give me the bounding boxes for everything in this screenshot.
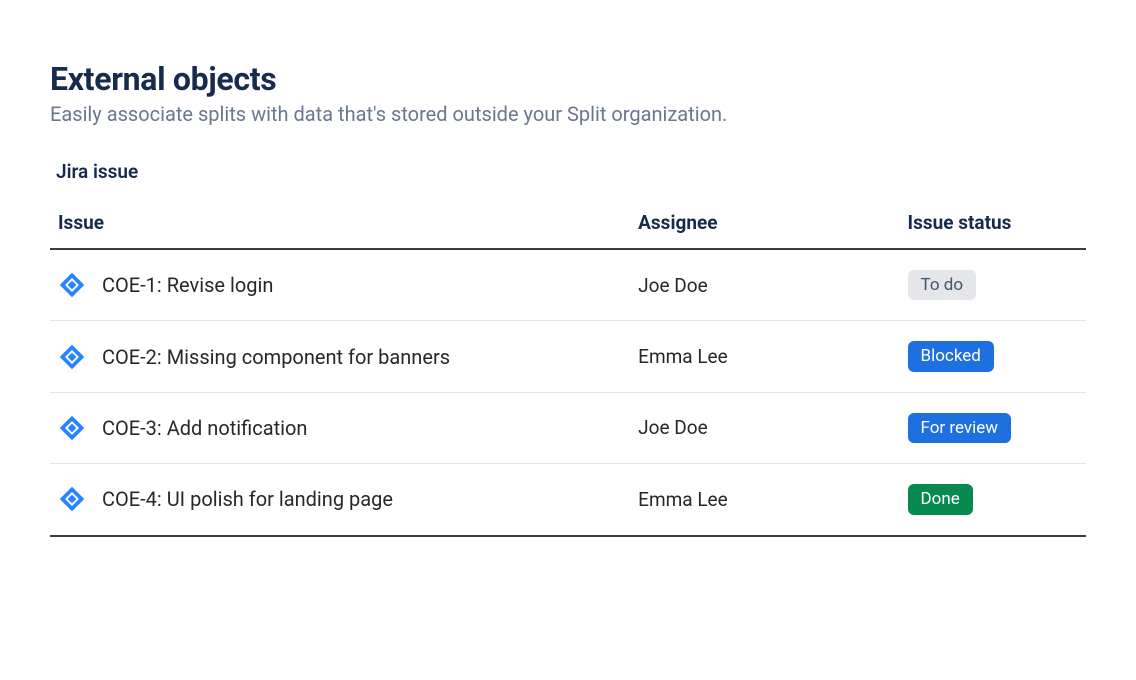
assignee: Emma Lee bbox=[638, 345, 728, 368]
issues-table: Issue Assignee Issue status COE-1: Revis… bbox=[50, 199, 1086, 537]
table-row[interactable]: COE-2: Missing component for banners Emm… bbox=[50, 321, 1086, 392]
status-badge: Blocked bbox=[908, 341, 994, 371]
status-badge: To do bbox=[908, 270, 977, 300]
table-row[interactable]: COE-4: UI polish for landing page Emma L… bbox=[50, 464, 1086, 536]
table-row[interactable]: COE-1: Revise login Joe Doe To do bbox=[50, 249, 1086, 321]
column-header-assignee[interactable]: Assignee bbox=[630, 199, 899, 249]
issue-cell: COE-1: Revise login bbox=[58, 271, 622, 299]
column-header-status[interactable]: Issue status bbox=[900, 199, 1086, 249]
section-label: Jira issue bbox=[56, 160, 1086, 183]
issue-cell: COE-3: Add notification bbox=[58, 414, 622, 442]
jira-icon bbox=[58, 343, 86, 371]
assignee: Joe Doe bbox=[638, 274, 708, 297]
issue-cell: COE-2: Missing component for banners bbox=[58, 343, 622, 371]
issue-title: COE-1: Revise login bbox=[102, 273, 273, 297]
jira-icon bbox=[58, 485, 86, 513]
table-row[interactable]: COE-3: Add notification Joe Doe For revi… bbox=[50, 392, 1086, 463]
status-badge: Done bbox=[908, 484, 973, 514]
assignee: Joe Doe bbox=[638, 416, 708, 439]
issue-title: COE-3: Add notification bbox=[102, 416, 307, 440]
jira-icon bbox=[58, 271, 86, 299]
issue-title: COE-2: Missing component for banners bbox=[102, 345, 450, 369]
status-badge: For review bbox=[908, 413, 1012, 443]
issue-cell: COE-4: UI polish for landing page bbox=[58, 485, 622, 513]
jira-icon bbox=[58, 414, 86, 442]
page-title: External objects bbox=[50, 60, 1086, 98]
column-header-issue[interactable]: Issue bbox=[50, 199, 630, 249]
issue-title: COE-4: UI polish for landing page bbox=[102, 487, 393, 511]
page-subtitle: Easily associate splits with data that's… bbox=[50, 102, 1086, 126]
assignee: Emma Lee bbox=[638, 488, 728, 511]
